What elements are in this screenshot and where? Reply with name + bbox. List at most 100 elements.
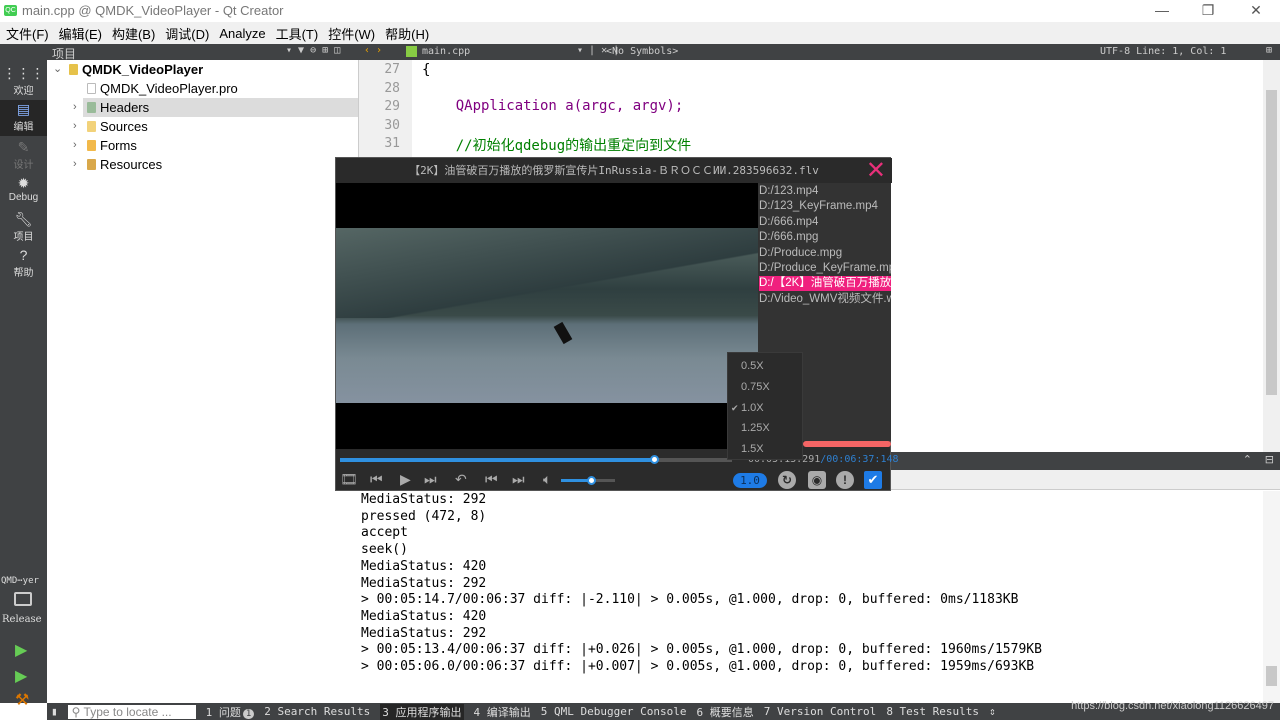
playlist-item[interactable]: D:/Produce_KeyFrame.mp4 — [759, 261, 891, 276]
menu-help[interactable]: 帮助(H) — [385, 24, 429, 43]
playlist-item[interactable]: D:/666.mpg — [759, 230, 891, 245]
playlist-item[interactable]: D:/Produce.mpg — [759, 246, 891, 261]
mode-edit[interactable]: ▤ 编辑 — [0, 100, 47, 136]
wrench-icon: 🔧︎ — [14, 211, 33, 227]
playlist-item[interactable]: D:/【2K】油管破百万播放的俄罗斯宣传片 — [759, 276, 891, 292]
speed-option-selected[interactable]: 1.0X — [741, 402, 764, 414]
application-output[interactable]: MediaStatus: 292 pressed (472, 8) accept se… — [358, 491, 1263, 703]
speed-option[interactable]: 1.25X — [741, 422, 770, 434]
code-comment: //初始化qdebug的输出重定向到文件 — [422, 138, 692, 154]
monitor-icon[interactable] — [14, 592, 32, 606]
volume-slider[interactable] — [561, 476, 615, 485]
issue-count-badge: 1 — [242, 708, 255, 719]
check-icon[interactable]: ✔ — [864, 471, 882, 489]
playlist-item[interactable]: D:/123_KeyFrame.mp4 — [759, 199, 891, 214]
menu-analyze[interactable]: Analyze — [219, 26, 265, 41]
volume-icon[interactable]: 🔈︎ — [543, 471, 551, 488]
bug-icon: ✹ — [17, 175, 30, 191]
mode-label: 帮助 — [13, 268, 34, 279]
loop-icon[interactable]: ↻ — [778, 471, 796, 489]
mode-debug[interactable]: ✹ Debug — [0, 174, 47, 210]
fast-forward-icon[interactable]: ⏭︎ — [424, 471, 437, 488]
line-number: 28 — [384, 81, 400, 96]
output-scrollbar[interactable] — [1263, 491, 1280, 703]
tab-application-output[interactable]: 3 应用程序输出 — [380, 703, 464, 720]
tree-root[interactable]: ⌄ QMDK_VideoPlayer — [47, 60, 358, 79]
playlist-item[interactable]: D:/Video_WMV视频文件.wmv — [759, 292, 891, 307]
build-hammer-icon[interactable]: ⚒ — [15, 690, 29, 710]
tab-general-messages[interactable]: 6 概要信息 — [696, 704, 753, 720]
play-icon[interactable]: ▶ — [400, 471, 411, 488]
code-line: { — [422, 62, 431, 78]
locate-input[interactable]: ⚲ Type to locate ... — [67, 704, 196, 719]
mode-bar: ⋮⋮⋮ 欢迎 ▤ 编辑 ✎ 设计 ✹ Debug 🔧︎ 项目 ? 帮助 QMD⋯yer Re… — [0, 60, 47, 709]
speed-button[interactable]: 1.0 — [733, 473, 767, 488]
filter-icon[interactable]: ▾ ▼ ⊖ ⊞ ◫ — [286, 45, 340, 56]
undo-icon[interactable]: ↶ — [455, 471, 467, 488]
tree-item-label: Forms — [100, 138, 137, 153]
volume-handle[interactable] — [586, 476, 596, 485]
tab-version-control[interactable]: 7 Version Control — [764, 705, 877, 718]
sidebar-toggle-icon[interactable]: ▮ — [51, 705, 58, 718]
menu-build[interactable]: 构建(B) — [112, 24, 155, 43]
symbols-dropdown[interactable]: <No Symbols> — [606, 46, 678, 57]
mode-projects[interactable]: 🔧︎ 项目 — [0, 210, 47, 246]
speed-option[interactable]: 0.75X — [741, 381, 770, 393]
camera-icon[interactable]: ◉ — [808, 471, 826, 489]
run-icon[interactable]: ▶ — [15, 640, 27, 660]
whale — [553, 321, 573, 345]
tree-item-forms[interactable]: › Forms — [47, 136, 358, 155]
split-icon[interactable]: ⊞ — [1266, 45, 1272, 56]
open-file-icon[interactable]: 🎞︎ — [340, 471, 358, 488]
speed-option[interactable]: 0.5X — [741, 360, 764, 372]
minimize-button[interactable]: — — [1152, 2, 1172, 20]
speed-option[interactable]: 1.5X — [741, 443, 764, 455]
tab-qml-debugger[interactable]: 5 QML Debugger Console — [541, 705, 687, 718]
menu-edit[interactable]: 编辑(E) — [59, 24, 102, 43]
video-player-window[interactable]: 【2K】油管破百万播放的俄罗斯宣传片InRussia-ＢＲＯＣＣИИ.28359… — [335, 157, 899, 491]
mode-help[interactable]: ? 帮助 — [0, 246, 47, 282]
chevron-right-icon: › — [73, 158, 77, 170]
mode-design[interactable]: ✎ 设计 — [0, 138, 47, 174]
close-button[interactable]: ✕ — [1246, 2, 1266, 20]
playlist-item[interactable]: D:/123.mp4 — [759, 184, 891, 199]
progress-slider[interactable] — [340, 455, 732, 464]
rewind-icon[interactable]: ⏮︎ — [370, 471, 383, 488]
tab-test-results[interactable]: 8 Test Results — [886, 705, 979, 718]
close-pane-icon[interactable]: ⊟ — [1265, 453, 1274, 466]
previous-icon[interactable]: ⏮︎ — [485, 471, 498, 488]
tree-item-pro[interactable]: QMDK_VideoPlayer.pro — [47, 79, 358, 98]
player-close-icon[interactable]: ✕ — [866, 158, 886, 183]
mode-label: Debug — [8, 192, 39, 203]
mode-welcome[interactable]: ⋮⋮⋮ 欢迎 — [0, 64, 47, 100]
tab-issues[interactable]: 1 问题 1 — [206, 704, 255, 720]
menu-tools[interactable]: 工具(T) — [276, 24, 319, 43]
progress-handle[interactable] — [649, 455, 659, 464]
more-tabs-icon[interactable]: ⇕ — [989, 705, 996, 718]
debug-run-icon[interactable]: ▶ — [15, 666, 27, 686]
back-forward-icon[interactable]: ‹ › — [364, 45, 382, 56]
tree-item-headers[interactable]: › Headers — [73, 98, 358, 117]
info-icon[interactable]: ! — [836, 471, 854, 489]
output-line: MediaStatus: 420 — [361, 608, 487, 624]
tree-item-label: Resources — [100, 157, 163, 172]
maximize-button[interactable]: ❐ — [1198, 2, 1218, 20]
folder-icon — [87, 140, 96, 151]
editor-scrollbar[interactable] — [1263, 60, 1280, 452]
video-surface[interactable] — [336, 183, 758, 449]
tree-item-resources[interactable]: › Resources — [47, 155, 358, 174]
encoding-status[interactable]: UTF-8 Line: 1, Col: 1 — [1100, 46, 1226, 57]
output-line: pressed (472, 8) — [361, 508, 487, 524]
kit-project[interactable]: QMD⋯yer — [1, 576, 39, 586]
tab-search-results[interactable]: 2 Search Results — [264, 705, 370, 718]
tab-compile-output[interactable]: 4 编译输出 — [474, 704, 531, 720]
code-line: QApplication a(argc, argv); — [422, 98, 684, 114]
menu-file[interactable]: 文件(F) — [6, 24, 49, 43]
next-icon[interactable]: ⏭︎ — [512, 471, 525, 488]
menu-widgets[interactable]: 控件(W) — [328, 24, 375, 43]
file-tab[interactable]: main.cpp — [422, 46, 470, 57]
tree-item-sources[interactable]: › Sources — [47, 117, 358, 136]
playlist-item[interactable]: D:/666.mp4 — [759, 215, 891, 230]
menu-debug[interactable]: 调试(D) — [165, 24, 209, 43]
maximize-pane-icon[interactable]: ⌃ — [1243, 453, 1252, 466]
